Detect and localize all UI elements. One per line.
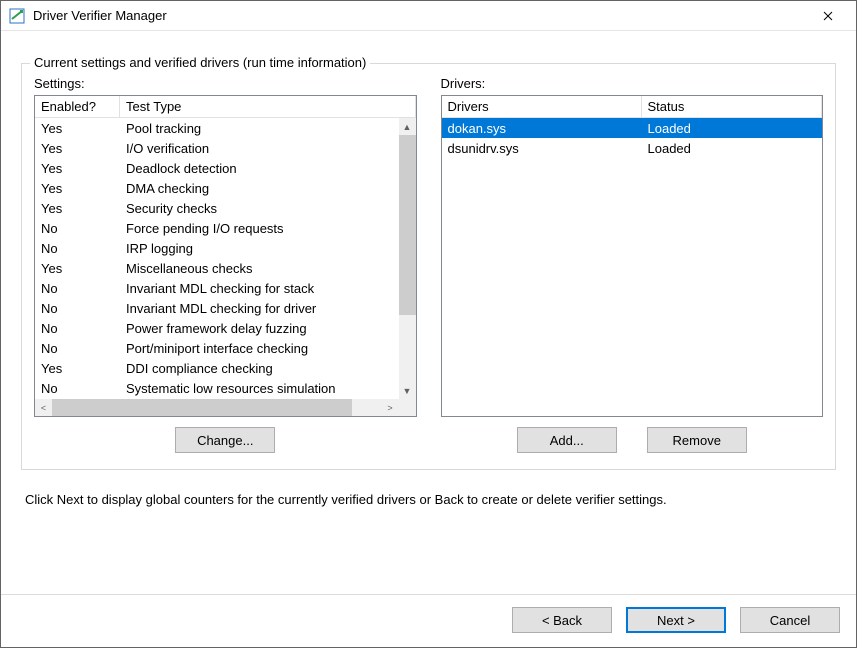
settings-cell-enabled: No [35,221,120,236]
settings-cell-enabled: No [35,241,120,256]
settings-header-row: Enabled? Test Type [35,96,416,118]
settings-column: Settings: Enabled? Test Type YesPool tra… [34,74,417,453]
settings-cell-enabled: No [35,301,120,316]
next-button[interactable]: Next > [626,607,726,633]
settings-cell-type: IRP logging [120,241,416,256]
runtime-info-groupbox: Current settings and verified drivers (r… [21,63,836,470]
settings-row[interactable]: YesMiscellaneous checks [35,258,416,278]
settings-cell-enabled: Yes [35,201,120,216]
drivers-label: Drivers: [441,76,824,91]
cancel-button[interactable]: Cancel [740,607,840,633]
drivers-cell-name: dsunidrv.sys [442,141,642,156]
settings-cell-enabled: Yes [35,161,120,176]
settings-cell-type: DDI compliance checking [120,361,416,376]
groupbox-legend: Current settings and verified drivers (r… [30,55,370,70]
settings-row[interactable]: YesI/O verification [35,138,416,158]
settings-row[interactable]: YesPool tracking [35,118,416,138]
settings-row[interactable]: NoInvariant MDL checking for stack [35,278,416,298]
settings-row[interactable]: YesDDI compliance checking [35,358,416,378]
settings-cell-type: Invariant MDL checking for driver [120,301,416,316]
settings-cell-enabled: Yes [35,181,120,196]
driver-verifier-window: Driver Verifier Manager Current settings… [0,0,857,648]
drivers-header-row: Drivers Status [442,96,823,118]
scroll-down-arrow-icon[interactable]: ▼ [399,382,416,399]
settings-row[interactable]: YesDeadlock detection [35,158,416,178]
settings-cell-enabled: Yes [35,361,120,376]
settings-cell-type: DMA checking [120,181,416,196]
settings-cell-type: Force pending I/O requests [120,221,416,236]
settings-row[interactable]: NoForce pending I/O requests [35,218,416,238]
settings-cell-enabled: No [35,281,120,296]
drivers-cell-status: Loaded [642,121,823,136]
settings-cell-enabled: Yes [35,121,120,136]
wizard-button-row: < Back Next > Cancel [1,595,856,647]
settings-cell-enabled: No [35,321,120,336]
close-button[interactable] [808,1,848,31]
settings-cell-enabled: No [35,341,120,356]
close-icon [823,11,833,21]
settings-row[interactable]: NoPort/miniport interface checking [35,338,416,358]
remove-button[interactable]: Remove [647,427,747,453]
settings-row[interactable]: NoInvariant MDL checking for driver [35,298,416,318]
scroll-up-arrow-icon[interactable]: ▲ [399,118,416,135]
settings-row[interactable]: NoIRP logging [35,238,416,258]
settings-row[interactable]: YesSecurity checks [35,198,416,218]
settings-header-type[interactable]: Test Type [120,96,416,117]
settings-vscrollbar[interactable]: ▲ ▼ [399,118,416,399]
scroll-thumb[interactable] [399,135,416,315]
settings-row[interactable]: NoPower framework delay fuzzing [35,318,416,338]
scroll-thumb[interactable] [52,399,352,416]
titlebar: Driver Verifier Manager [1,1,856,31]
drivers-header-driver[interactable]: Drivers [442,96,642,117]
drivers-column: Drivers: Drivers Status dokan.sysLoadedd… [441,74,824,453]
settings-cell-type: Port/miniport interface checking [120,341,416,356]
settings-cell-type: Power framework delay fuzzing [120,321,416,336]
drivers-row[interactable]: dokan.sysLoaded [442,118,823,138]
settings-cell-type: Deadlock detection [120,161,416,176]
settings-cell-type: Security checks [120,201,416,216]
back-button[interactable]: < Back [512,607,612,633]
drivers-listview[interactable]: Drivers Status dokan.sysLoadeddsunidrv.s… [441,95,824,417]
hint-text: Click Next to display global counters fo… [25,492,832,507]
settings-header-enabled[interactable]: Enabled? [35,96,120,117]
drivers-row[interactable]: dsunidrv.sysLoaded [442,138,823,158]
settings-cell-enabled: No [35,381,120,396]
settings-cell-enabled: Yes [35,261,120,276]
drivers-header-status[interactable]: Status [642,96,823,117]
settings-cell-type: Pool tracking [120,121,416,136]
settings-cell-type: I/O verification [120,141,416,156]
dialog-content: Current settings and verified drivers (r… [1,31,856,594]
settings-cell-enabled: Yes [35,141,120,156]
settings-hscrollbar[interactable]: < > [35,399,399,416]
drivers-cell-name: dokan.sys [442,121,642,136]
drivers-cell-status: Loaded [642,141,823,156]
add-button[interactable]: Add... [517,427,617,453]
change-button[interactable]: Change... [175,427,275,453]
scroll-left-arrow-icon[interactable]: < [35,399,52,416]
settings-cell-type: Systematic low resources simulation [120,381,416,396]
settings-cell-type: Invariant MDL checking for stack [120,281,416,296]
scroll-corner [399,399,416,416]
settings-listview[interactable]: Enabled? Test Type YesPool trackingYesI/… [34,95,417,417]
settings-cell-type: Miscellaneous checks [120,261,416,276]
app-icon [9,8,25,24]
window-title: Driver Verifier Manager [33,8,808,23]
settings-row[interactable]: NoSystematic low resources simulation [35,378,416,398]
scroll-right-arrow-icon[interactable]: > [382,399,399,416]
settings-row[interactable]: YesDMA checking [35,178,416,198]
settings-label: Settings: [34,76,417,91]
